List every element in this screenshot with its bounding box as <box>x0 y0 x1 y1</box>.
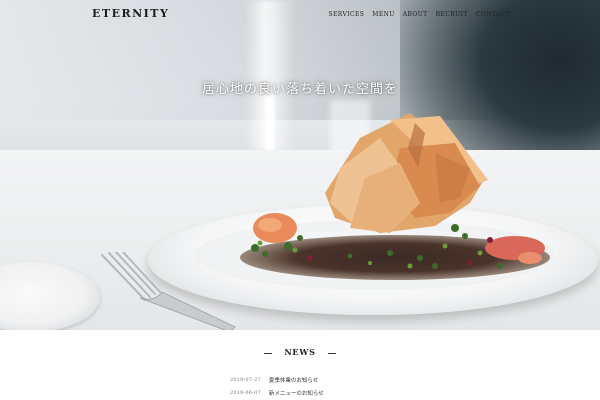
news-link[interactable]: 夏季休業のお知らせ <box>269 376 318 384</box>
hero-tagline: 居心地の良い落ち着いた空間を <box>201 82 398 97</box>
news-heading: NEWS <box>284 347 316 357</box>
nav-menu[interactable]: MENU <box>372 11 394 18</box>
fork-image <box>101 252 236 330</box>
title-dash-right <box>327 352 336 354</box>
news-list: 2019-07-27 夏季休業のお知らせ 2019-06-07 新メニューのお知… <box>230 373 324 399</box>
nav-contact[interactable]: CONTACT <box>476 11 510 18</box>
news-date: 2019-07-27 <box>230 376 261 383</box>
news-item[interactable]: 2019-07-27 夏季休業のお知らせ <box>230 373 324 386</box>
news-link[interactable]: 新メニューのお知らせ <box>269 389 324 397</box>
news-date: 2019-06-07 <box>230 389 261 396</box>
nav-services[interactable]: SERVICES <box>329 11 365 18</box>
site-logo[interactable]: ETERNITY <box>92 7 169 20</box>
news-section-title: NEWS <box>0 347 600 357</box>
news-item[interactable]: 2019-06-07 新メニューのお知らせ <box>230 386 324 399</box>
nav-recruit[interactable]: RECRUIT <box>436 11 468 18</box>
pastry-dish-image <box>251 113 545 269</box>
title-dash-left <box>264 352 273 354</box>
nav-about[interactable]: ABOUT <box>403 11 428 18</box>
hero-image: ETERNITY SERVICES MENU ABOUT RECRUIT CON… <box>0 0 600 330</box>
main-nav: SERVICES MENU ABOUT RECRUIT CONTACT <box>329 11 510 18</box>
